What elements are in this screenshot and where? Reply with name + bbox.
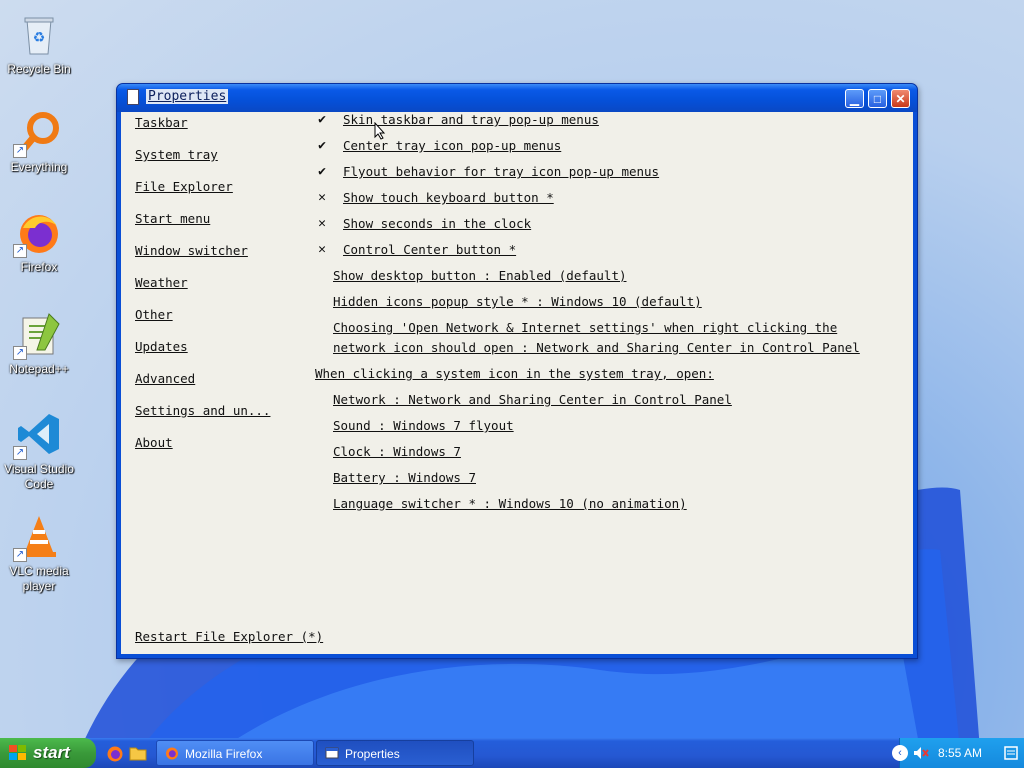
firefox-icon: ↗ <box>13 208 63 258</box>
system-tray: ‹ 8:55 AM <box>892 738 1024 768</box>
app-icon <box>127 89 139 105</box>
properties-window: Properties ▁ □ ✕ Taskbar System tray Fil… <box>116 83 918 659</box>
desktop-icon-label: Notepad++ <box>9 362 69 376</box>
option-center-tray-popups[interactable]: Center tray icon pop-up menus <box>343 138 561 153</box>
notepad-plus-plus-icon: ↗ <box>13 310 63 360</box>
taskbar-button-firefox[interactable]: Mozilla Firefox <box>156 740 314 766</box>
shortcut-arrow-icon: ↗ <box>13 346 27 360</box>
shortcut-arrow-icon: ↗ <box>13 244 27 258</box>
taskbar-button-label: Properties <box>345 747 400 761</box>
speaker-muted-icon[interactable] <box>913 746 929 760</box>
sidebar-item-updates[interactable]: Updates <box>135 339 188 354</box>
option-show-seconds[interactable]: Show seconds in the clock <box>343 216 531 231</box>
tray-option-clock[interactable]: Clock : Windows 7 <box>333 444 461 459</box>
sidebar-item-weather[interactable]: Weather <box>135 275 188 290</box>
taskbar-button-properties[interactable]: Properties <box>316 740 474 766</box>
desktop-icon-label: Everything <box>10 160 68 174</box>
setting-show-desktop-button[interactable]: Show desktop button : Enabled (default) <box>333 268 627 283</box>
tray-option-language-switcher[interactable]: Language switcher * : Windows 10 (no ani… <box>333 496 687 511</box>
sidebar-item-file-explorer[interactable]: File Explorer <box>135 179 233 194</box>
start-button[interactable]: start <box>0 738 96 768</box>
close-button[interactable]: ✕ <box>891 89 910 108</box>
sidebar-item-taskbar[interactable]: Taskbar <box>135 115 188 130</box>
tray-option-battery[interactable]: Battery : Windows 7 <box>333 470 476 485</box>
desktop-icon-label: VLC media player <box>9 564 69 593</box>
shortcut-arrow-icon: ↗ <box>13 144 27 158</box>
recycle-bin-icon: ♻ <box>15 10 63 58</box>
option-flyout-behavior[interactable]: Flyout behavior for tray icon pop-up men… <box>343 164 659 179</box>
tray-option-network[interactable]: Network : Network and Sharing Center in … <box>333 392 732 407</box>
option-control-center[interactable]: Control Center button * <box>343 242 516 257</box>
checkmark-icon: ✔ <box>318 164 326 179</box>
checkmark-icon: ✔ <box>318 112 326 127</box>
desktop-icon-notepad-plus-plus[interactable]: ↗ Notepad++ <box>2 310 76 377</box>
taskbar: start Mozilla Firefox Properties ‹ 8:55 … <box>0 738 1024 768</box>
folder-icon[interactable] <box>129 744 147 762</box>
window-title: Properties <box>146 89 229 104</box>
cross-icon: ✕ <box>318 190 326 205</box>
minimize-button[interactable]: ▁ <box>845 89 864 108</box>
firefox-icon[interactable] <box>106 744 124 762</box>
shortcut-arrow-icon: ↗ <box>13 446 27 460</box>
desktop-icon-label: Recycle Bin <box>7 62 71 76</box>
firefox-icon <box>166 747 178 760</box>
option-touch-keyboard[interactable]: Show touch keyboard button * <box>343 190 554 205</box>
desktop-icon-recycle-bin[interactable]: ♻ Recycle Bin <box>2 10 76 77</box>
action-center-icon[interactable] <box>1004 746 1018 760</box>
sidebar-item-system-tray[interactable]: System tray <box>135 147 218 162</box>
section-heading-tray-click: When clicking a system icon in the syste… <box>315 366 714 381</box>
restart-explorer-link[interactable]: Restart File Explorer (*) <box>135 629 323 644</box>
setting-network-rightclick-cont[interactable]: network icon should open : Network and S… <box>333 340 860 355</box>
taskbar-button-label: Mozilla Firefox <box>185 747 263 761</box>
window-icon <box>325 747 339 759</box>
desktop-icon-everything[interactable]: ↗ Everything <box>2 108 76 175</box>
maximize-button[interactable]: □ <box>868 89 887 108</box>
tray-option-sound[interactable]: Sound : Windows 7 flyout <box>333 418 514 433</box>
sidebar-item-about[interactable]: About <box>135 435 173 450</box>
sidebar-item-window-switcher[interactable]: Window switcher <box>135 243 248 258</box>
desktop-icon-label: Visual Studio Code <box>4 462 74 491</box>
cross-icon: ✕ <box>318 216 326 231</box>
maximize-icon: □ <box>873 92 882 106</box>
chevron-left-icon[interactable]: ‹ <box>892 745 908 761</box>
desktop-icon-vlc[interactable]: ↗ VLC media player <box>2 512 76 594</box>
sidebar-item-start-menu[interactable]: Start menu <box>135 211 210 226</box>
sidebar-item-advanced[interactable]: Advanced <box>135 371 195 386</box>
sidebar-item-other[interactable]: Other <box>135 307 173 322</box>
mouse-cursor-icon <box>374 122 386 140</box>
setting-network-rightclick[interactable]: Choosing 'Open Network & Internet settin… <box>333 320 837 335</box>
desktop-icon-vscode[interactable]: ↗ Visual Studio Code <box>2 410 76 492</box>
close-icon: ✕ <box>895 92 906 106</box>
vlc-icon: ↗ <box>13 512 63 562</box>
checkmark-icon: ✔ <box>318 138 326 153</box>
minimize-icon: ▁ <box>849 92 860 106</box>
everything-search-icon: ↗ <box>13 108 63 158</box>
shortcut-arrow-icon: ↗ <box>13 548 27 562</box>
tray-clock[interactable]: 8:55 AM <box>938 738 982 768</box>
svg-text:♻: ♻ <box>33 29 46 45</box>
sidebar-item-settings-and-uninstall[interactable]: Settings and un... <box>135 403 270 418</box>
windows-logo-icon <box>9 745 26 760</box>
desktop-icon-firefox[interactable]: ↗ Firefox <box>2 208 76 275</box>
desktop-icon-label: Firefox <box>20 260 58 274</box>
setting-hidden-icons-popup[interactable]: Hidden icons popup style * : Windows 10 … <box>333 294 702 309</box>
window-client: Taskbar System tray File Explorer Start … <box>121 112 913 654</box>
cross-icon: ✕ <box>318 242 326 257</box>
vscode-icon: ↗ <box>13 410 63 460</box>
start-label: start <box>33 743 70 762</box>
window-titlebar[interactable]: Properties ▁ □ ✕ <box>117 84 917 112</box>
